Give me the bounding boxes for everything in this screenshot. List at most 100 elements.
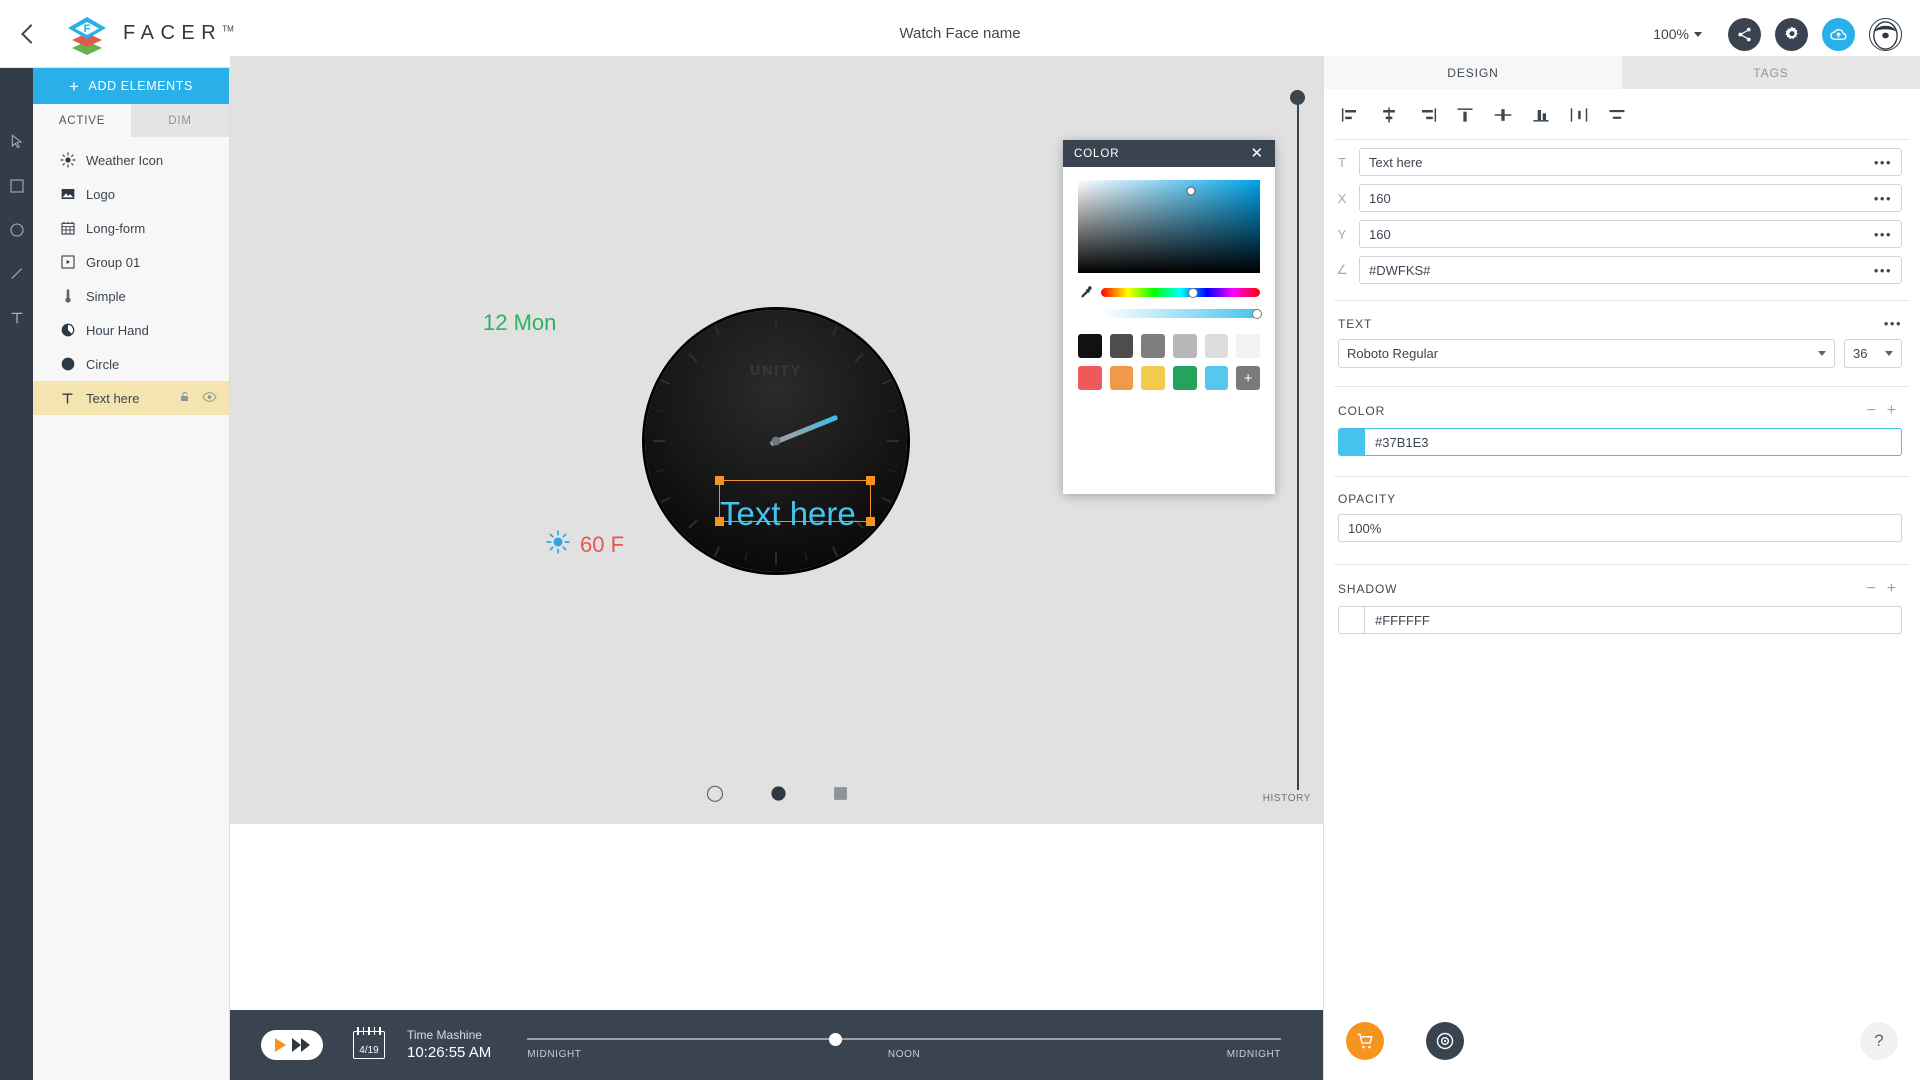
preset-swatch-1[interactable]: [1078, 334, 1102, 358]
canvas-date-text[interactable]: 12 Mon: [483, 310, 556, 336]
playback-controls[interactable]: [261, 1030, 323, 1060]
tab-dim[interactable]: DIM: [131, 104, 229, 137]
alpha-slider[interactable]: [1101, 308, 1262, 319]
layer-item-group-01[interactable]: Group 01: [33, 245, 229, 279]
field-row-x: X 160 •••: [1324, 176, 1920, 212]
y-position-menu[interactable]: •••: [1874, 227, 1892, 242]
text-content-input[interactable]: Text here •••: [1359, 148, 1902, 176]
help-button[interactable]: ?: [1860, 1022, 1898, 1060]
preset-swatch-7[interactable]: [1078, 366, 1102, 390]
share-button[interactable]: [1728, 17, 1761, 51]
layer-item-simple[interactable]: Simple: [33, 279, 229, 313]
zoom-level-dropdown[interactable]: 100%: [1653, 26, 1702, 42]
layer-label: Long-form: [86, 220, 146, 236]
tab-design[interactable]: DESIGN: [1324, 56, 1622, 89]
time-slider[interactable]: MIDNIGHT NOON MIDNIGHT: [527, 1025, 1281, 1065]
rotation-menu[interactable]: •••: [1874, 263, 1892, 278]
history-button[interactable]: HISTORY: [1263, 793, 1311, 804]
preset-swatch-6[interactable]: [1236, 334, 1260, 358]
publish-button[interactable]: [1822, 17, 1855, 51]
shadow-add-button[interactable]: +: [1882, 580, 1902, 598]
lock-open-icon[interactable]: [179, 390, 191, 406]
color-hex-input[interactable]: #37B1E3: [1338, 428, 1902, 456]
layer-item-weather-icon[interactable]: Weather Icon: [33, 143, 229, 177]
text-tool[interactable]: [5, 306, 29, 330]
shadow-remove-button[interactable]: −: [1862, 580, 1882, 598]
calendar-date-button[interactable]: 4/19: [353, 1027, 385, 1059]
tab-active[interactable]: ACTIVE: [33, 104, 131, 137]
opacity-input[interactable]: 100%: [1338, 514, 1902, 542]
time-slider-knob[interactable]: [828, 1033, 842, 1046]
settings-button[interactable]: [1775, 17, 1808, 51]
preset-swatch-8[interactable]: [1109, 366, 1134, 390]
saturation-value-area[interactable]: [1078, 180, 1260, 273]
hue-slider-knob[interactable]: [1188, 287, 1199, 298]
layer-item-hour-hand[interactable]: Hour Hand: [33, 313, 229, 347]
text-content-menu[interactable]: •••: [1874, 155, 1892, 170]
color-swatch[interactable]: [1339, 429, 1365, 455]
add-elements-label: ADD ELEMENTS: [88, 79, 193, 93]
rectangle-tool[interactable]: [5, 174, 29, 198]
color-add-button[interactable]: +: [1882, 402, 1902, 420]
zoom-slider-knob[interactable]: [1290, 90, 1305, 105]
x-position-input[interactable]: 160 •••: [1359, 184, 1902, 212]
font-family-select[interactable]: Roboto Regular: [1338, 339, 1835, 368]
dock-squircle-shape[interactable]: [705, 783, 725, 803]
preset-swatch-11[interactable]: [1204, 366, 1229, 390]
font-size-select[interactable]: 36: [1844, 339, 1902, 368]
shadow-hex-input[interactable]: #FFFFFF: [1338, 606, 1902, 634]
align-top-icon[interactable]: [1452, 103, 1478, 127]
distribute-vertical-icon[interactable]: [1604, 103, 1630, 127]
preset-swatch-5[interactable]: [1204, 334, 1229, 358]
canvas-weather-widget[interactable]: 60 F: [546, 530, 624, 559]
color-picker-popup[interactable]: COLOR ✕ +: [1063, 140, 1275, 494]
preset-swatch-2[interactable]: [1109, 334, 1134, 358]
color-remove-button[interactable]: −: [1862, 402, 1882, 420]
zoom-slider-track[interactable]: [1297, 90, 1299, 790]
resize-handle-top-right[interactable]: [866, 476, 875, 485]
layer-item-long-form[interactable]: Long-form: [33, 211, 229, 245]
align-center-horizontal-icon[interactable]: [1376, 103, 1402, 127]
resize-handle-bottom-right[interactable]: [866, 517, 875, 526]
layer-item-logo[interactable]: Logo: [33, 177, 229, 211]
x-position-menu[interactable]: •••: [1874, 191, 1892, 206]
eyedropper-icon[interactable]: [1078, 285, 1093, 300]
shop-button[interactable]: [1346, 1022, 1384, 1060]
distribute-horizontal-icon[interactable]: [1566, 103, 1592, 127]
dock-circle-shape[interactable]: [769, 784, 788, 803]
add-elements-button[interactable]: + ADD ELEMENTS: [33, 68, 229, 104]
alpha-slider-knob[interactable]: [1251, 308, 1262, 319]
eye-icon[interactable]: [202, 391, 217, 406]
layer-item-circle[interactable]: Circle: [33, 347, 229, 381]
preset-swatch-10[interactable]: [1172, 366, 1197, 390]
preset-swatch-9[interactable]: [1141, 366, 1165, 390]
play-icon[interactable]: [274, 1038, 286, 1052]
time-slider-track[interactable]: [527, 1038, 1281, 1040]
canvas-selected-text[interactable]: Text here: [720, 495, 856, 533]
hue-slider[interactable]: [1101, 287, 1260, 298]
fast-forward-icon[interactable]: [291, 1038, 310, 1052]
tab-tags[interactable]: TAGS: [1622, 56, 1920, 89]
preset-swatch-4[interactable]: [1172, 334, 1197, 358]
ellipse-tool[interactable]: [5, 218, 29, 242]
select-tool[interactable]: [5, 130, 29, 154]
align-bottom-icon[interactable]: [1528, 103, 1554, 127]
shadow-swatch[interactable]: [1339, 607, 1365, 633]
dock-square-shape[interactable]: [832, 785, 849, 802]
layer-item-text-here[interactable]: Text here: [33, 381, 229, 415]
align-right-icon[interactable]: [1414, 103, 1440, 127]
preset-swatch-3[interactable]: [1141, 334, 1165, 358]
align-middle-vertical-icon[interactable]: [1490, 103, 1516, 127]
line-tool[interactable]: [5, 262, 29, 286]
text-section-menu[interactable]: •••: [1884, 316, 1902, 331]
saturation-value-cursor[interactable]: [1186, 186, 1196, 196]
preview-target-button[interactable]: [1426, 1022, 1464, 1060]
resize-handle-top-left[interactable]: [715, 476, 724, 485]
align-left-icon[interactable]: [1338, 103, 1364, 127]
user-avatar[interactable]: [1869, 17, 1902, 51]
rotation-input[interactable]: #DWFKS# •••: [1359, 256, 1902, 284]
close-icon[interactable]: ✕: [1251, 146, 1264, 161]
y-position-input[interactable]: 160 •••: [1359, 220, 1902, 248]
watch-face-title[interactable]: Watch Face name: [0, 25, 1920, 42]
add-swatch-button[interactable]: +: [1236, 366, 1260, 390]
